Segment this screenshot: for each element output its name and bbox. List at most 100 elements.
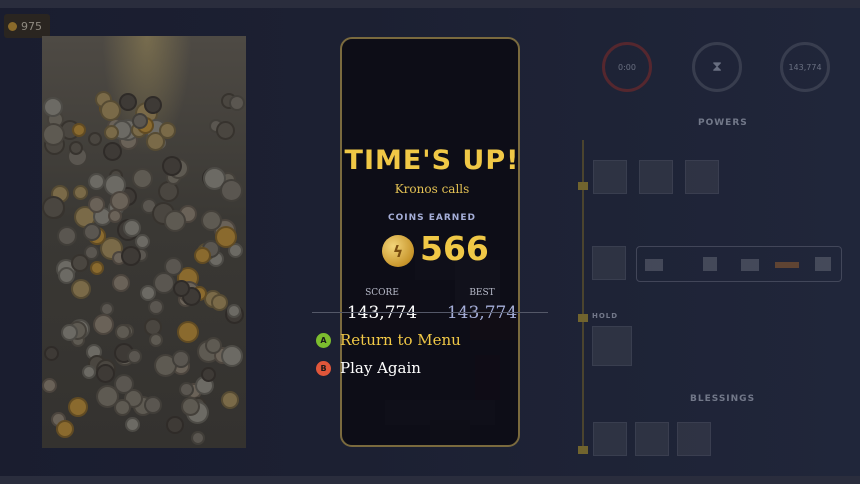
jar-coin [96,364,115,383]
jar-coin [194,247,211,264]
power-slot [685,160,719,194]
jar-coin [100,100,121,121]
jar-coin [42,123,65,146]
jar-coin [229,95,245,111]
jar-coin [93,314,114,335]
coin-icon [8,21,17,31]
score-value: 143,774 [346,303,418,323]
jar-coin [177,321,199,343]
play-again-button[interactable]: B Play Again [316,358,421,378]
jar-coin [58,267,75,284]
jar-coin [215,226,237,248]
power-slot [593,160,627,194]
jar-coin [57,226,77,246]
return-to-menu-label: Return to Menu [340,331,461,349]
preview-slot [592,246,626,280]
jar-coin [82,365,96,379]
bottom-frame [0,476,860,484]
jar-coin [88,196,105,213]
jar-coin [56,420,74,438]
jar-coin [135,234,150,249]
jar-coin [132,113,148,129]
hourglass-dial: ⧗ [692,42,742,92]
jar-coin [71,254,89,272]
queue-piece [775,262,799,268]
jar-coin [88,173,105,190]
jar-coin [144,96,162,114]
jar-coin [172,350,190,368]
jar-coin [43,97,63,117]
jar-coin [68,397,88,417]
jar-coin [73,185,88,200]
score-dial-value: 143,774 [788,62,822,72]
play-again-label: Play Again [340,359,421,377]
timeline-marker [578,182,588,190]
jar-coin [112,274,130,292]
jar-coin [166,416,184,434]
jar-coin [181,397,200,416]
coin-counter: 975 [4,14,50,38]
blessing-slot [635,422,669,456]
jar-coin [132,168,153,189]
jar-coin [119,93,137,111]
jar-coin [220,179,243,202]
power-slot [639,160,673,194]
right-hud: 0:00 ⧗ 143,774 POWERS HOLD BLESSINGS [560,30,860,470]
timeline-marker [578,314,588,322]
jar-coin [162,156,182,176]
hold-slot [592,326,632,366]
jar-coin [121,246,141,266]
a-button-icon: A [316,332,331,348]
score-label: SCORE [365,288,399,298]
jar-coin [179,382,194,397]
queue-piece [741,259,759,271]
jar-coin [110,191,130,211]
coins-earned-label: COINS EARNED [388,213,476,223]
jar-coin [201,367,216,382]
jar-coin [211,294,228,311]
score-dial: 143,774 [780,42,830,92]
coin-jar [42,36,246,448]
jar-coin [127,349,142,364]
jar-coin [72,123,86,137]
blessing-slot [593,422,627,456]
jar-coin [96,385,119,408]
jar-coin [173,280,190,297]
queue-piece [815,257,831,271]
jar-coin [71,279,91,299]
piece-queue [636,246,842,282]
powers-label: POWERS [698,118,748,128]
coin-counter-value: 975 [21,19,42,33]
hold-label: HOLD [592,312,619,320]
queue-piece [645,259,663,271]
return-to-menu-button[interactable]: A Return to Menu [316,330,461,350]
timeline-marker [578,446,588,454]
best-value: 143,774 [446,303,518,323]
jar-coin [115,324,131,340]
timer-dial: 0:00 [602,42,652,92]
jar-coin [205,337,222,354]
jar-coin [123,219,141,237]
jar-coin [83,223,101,241]
best-label: BEST [469,288,495,298]
modal-subtitle: Kronos calls [394,182,470,196]
jar-coin [104,125,119,140]
jar-coin [144,396,162,414]
jar-coin [149,333,163,347]
timer-value: 0:00 [618,62,636,72]
jar-coin [148,299,164,315]
jar-coin [88,132,102,146]
jar-coin [61,324,78,341]
modal-title: TIME'S UP! [344,145,520,176]
jar-coin [159,122,176,139]
jar-coin [69,141,83,155]
lightning-coin-icon: ϟ [382,235,414,267]
menu-divider [312,312,548,313]
b-button-icon: B [316,360,331,376]
jar-coin [164,210,186,232]
jar-coin [221,391,239,409]
jar-coin [164,257,183,276]
times-up-modal: TIME'S UP! Kronos calls COINS EARNED ϟ 5… [340,37,520,447]
jar-coin [216,121,235,140]
jar-coin [42,378,57,393]
